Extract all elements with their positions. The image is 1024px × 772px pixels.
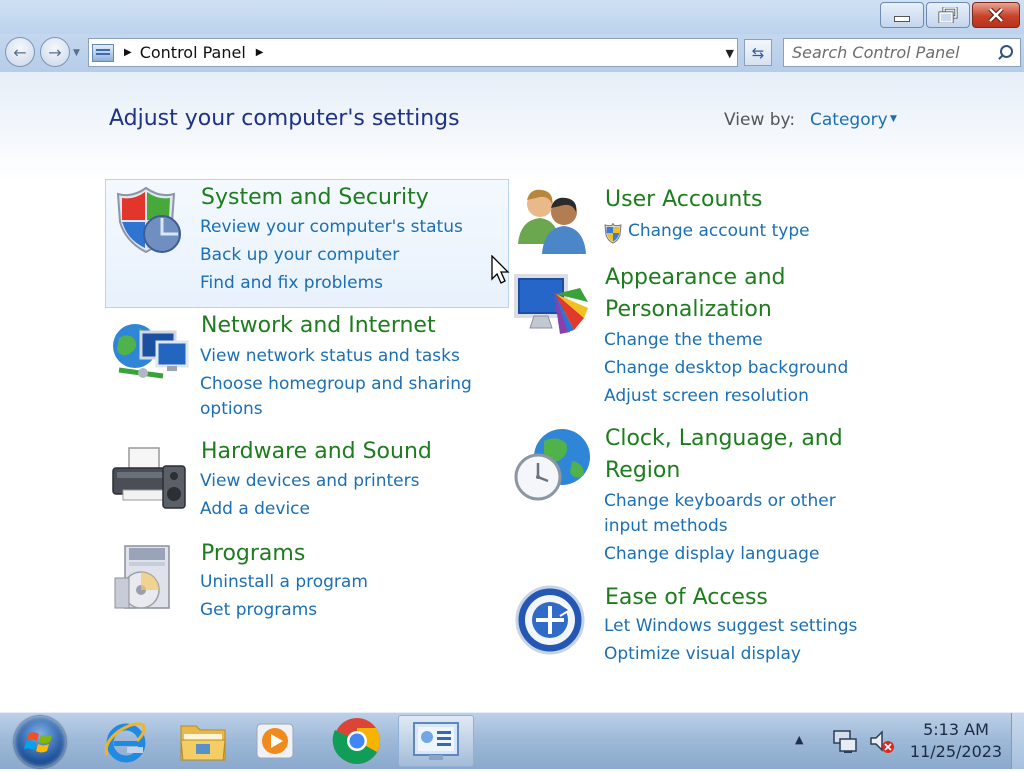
link-change-keyboards[interactable]: Change keyboards or other input methods (604, 489, 884, 539)
category-system-and-security[interactable]: System and Security Review your computer… (105, 179, 509, 308)
link-change-display-language[interactable]: Change display language (604, 542, 819, 567)
taskbar-windows-explorer[interactable] (170, 715, 236, 767)
view-by-chevron-icon[interactable]: ▼ (890, 114, 897, 124)
network-icon (113, 324, 189, 379)
users-icon (518, 189, 586, 254)
link-choose-homegroup[interactable]: Choose homegroup and sharing options (200, 372, 490, 422)
address-row: ← → ▼ ▶ Control Panel ▶ ▼ ⇆ (0, 34, 1024, 72)
recent-pages-dropdown-icon[interactable]: ▼ (73, 48, 80, 58)
title-bar (0, 0, 1024, 34)
printer-icon (112, 447, 186, 509)
category-network-and-internet[interactable]: Network and Internet View network status… (105, 310, 509, 420)
programs-icon (114, 545, 170, 609)
close-icon (988, 8, 1004, 22)
view-by-label: View by: (724, 110, 796, 130)
restore-button[interactable] (926, 2, 970, 28)
taskbar-internet-explorer[interactable] (92, 715, 158, 767)
globe-clock-icon (514, 429, 590, 501)
link-back-up-computer[interactable]: Back up your computer (200, 243, 399, 268)
ease-of-access-icon (515, 585, 585, 655)
window-controls (878, 2, 1020, 28)
link-find-and-fix-problems[interactable]: Find and fix problems (200, 271, 383, 296)
link-let-windows-suggest-settings[interactable]: Let Windows suggest settings (604, 614, 857, 639)
forward-arrow-icon: → (48, 42, 62, 62)
address-bar[interactable]: ▶ Control Panel ▶ ▼ (88, 38, 738, 67)
category-title-appearance-and-personalization[interactable]: Appearance and Personalization (605, 262, 835, 326)
category-title-user-accounts[interactable]: User Accounts (605, 184, 762, 216)
category-title-ease-of-access[interactable]: Ease of Access (605, 582, 768, 614)
control-panel-content: Adjust your computer's settings View by:… (0, 72, 1024, 712)
link-adjust-screen-resolution[interactable]: Adjust screen resolution (604, 384, 809, 409)
link-uninstall-a-program[interactable]: Uninstall a program (200, 570, 368, 595)
taskbar-control-panel[interactable] (398, 715, 474, 767)
category-title-system-and-security[interactable]: System and Security (201, 182, 429, 214)
category-title-hardware-and-sound[interactable]: Hardware and Sound (201, 436, 432, 468)
link-change-account-type[interactable]: Change account type (628, 219, 810, 244)
link-change-desktop-background[interactable]: Change desktop background (604, 356, 848, 381)
monitor-palette-icon (514, 274, 588, 334)
category-title-network-and-internet[interactable]: Network and Internet (201, 310, 436, 342)
taskbar-windows-media-player[interactable] (242, 715, 308, 767)
media-player-icon (256, 723, 294, 759)
show-desktop-button[interactable] (1011, 713, 1024, 769)
page-title: Adjust your computer's settings (109, 106, 460, 131)
control-panel-icon (92, 43, 114, 62)
category-ease-of-access[interactable]: Ease of Access Let Windows suggest setti… (510, 580, 910, 670)
uac-shield-icon (604, 222, 622, 244)
back-arrow-icon: ← (13, 42, 27, 62)
category-user-accounts[interactable]: User Accounts Change account type (510, 182, 910, 254)
view-by-dropdown[interactable]: Category (810, 110, 888, 130)
search-box[interactable] (783, 38, 1021, 67)
link-view-devices-and-printers[interactable]: View devices and printers (200, 469, 419, 494)
control-panel-icon (413, 722, 459, 760)
network-tray-icon[interactable] (832, 729, 858, 755)
category-appearance-and-personalization[interactable]: Appearance and Personalization Change th… (510, 262, 910, 412)
folder-icon (180, 725, 226, 761)
shield-icon (116, 186, 181, 254)
link-change-the-theme[interactable]: Change the theme (604, 328, 763, 353)
breadcrumb-chevron-icon[interactable]: ▶ (124, 47, 132, 58)
minimize-button[interactable] (880, 2, 924, 28)
breadcrumb-chevron-icon[interactable]: ▶ (256, 47, 264, 58)
breadcrumb-control-panel[interactable]: Control Panel (140, 43, 246, 62)
windows-logo-icon (24, 732, 52, 753)
search-input[interactable] (784, 42, 994, 63)
forward-button[interactable]: → (40, 37, 70, 67)
refresh-icon: ⇆ (751, 43, 765, 62)
start-button[interactable] (14, 716, 66, 768)
category-hardware-and-sound[interactable]: Hardware and Sound View devices and prin… (105, 436, 509, 526)
minimize-icon (894, 16, 910, 22)
volume-muted-icon[interactable] (868, 729, 896, 755)
category-title-clock-language-and-region[interactable]: Clock, Language, and Region (605, 423, 865, 487)
back-button[interactable]: ← (5, 37, 35, 67)
refresh-button[interactable]: ⇆ (744, 39, 772, 66)
taskbar-clock[interactable]: 5:13 AM 11/25/2023 (906, 719, 1006, 763)
category-programs[interactable]: Programs Uninstall a program Get program… (105, 538, 509, 628)
clock-date: 11/25/2023 (909, 742, 1003, 761)
taskbar: ▲ 5:13 AM 11/25/2023 (0, 712, 1024, 769)
link-add-a-device[interactable]: Add a device (200, 497, 310, 522)
clock-time: 5:13 AM (923, 720, 989, 739)
link-view-network-status[interactable]: View network status and tasks (200, 344, 460, 369)
mouse-cursor-icon (491, 255, 510, 284)
address-dropdown-icon[interactable]: ▼ (726, 47, 734, 60)
link-review-computer-status[interactable]: Review your computer's status (200, 215, 463, 240)
chrome-icon (332, 718, 381, 764)
close-button[interactable] (972, 2, 1020, 28)
link-optimize-visual-display[interactable]: Optimize visual display (604, 642, 801, 667)
category-title-programs[interactable]: Programs (201, 538, 305, 570)
category-clock-language-and-region[interactable]: Clock, Language, and Region Change keybo… (510, 423, 910, 573)
link-get-programs[interactable]: Get programs (200, 598, 317, 623)
restore-icon (938, 7, 958, 23)
internet-explorer-icon (104, 722, 146, 763)
show-hidden-icons-icon[interactable]: ▲ (795, 733, 803, 746)
search-icon[interactable] (994, 42, 1016, 64)
taskbar-google-chrome[interactable] (324, 715, 390, 767)
